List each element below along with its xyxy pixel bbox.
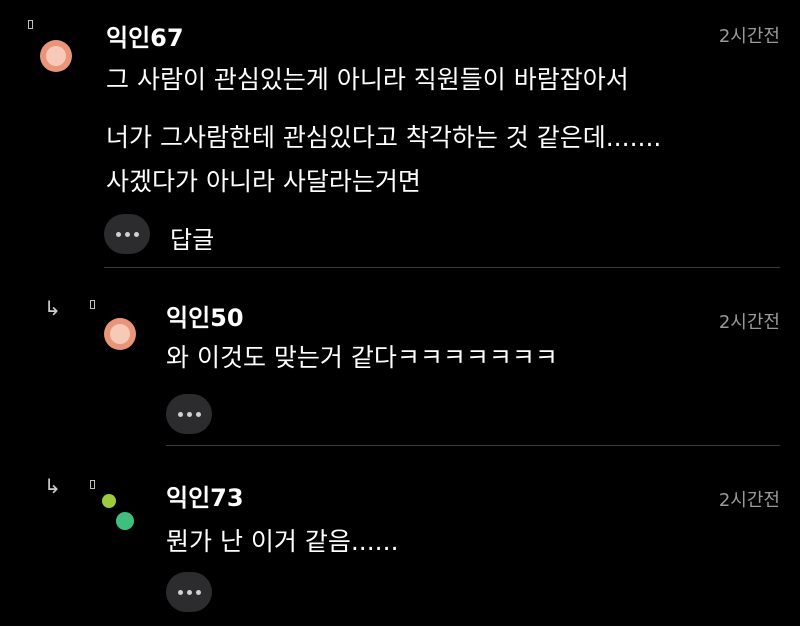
more-options-button[interactable] [104, 214, 150, 254]
comment-body-line: 뭔가 난 이거 같음...... [166, 527, 399, 556]
reply-arrow-icon: ↳ [44, 474, 61, 498]
avatar[interactable] [40, 40, 72, 72]
comment-author[interactable]: 익인73 [166, 478, 244, 513]
avatar[interactable] [102, 494, 138, 534]
comment-time: 2시간전 [718, 312, 780, 333]
reply-button[interactable]: 답글 [170, 220, 214, 255]
ellipsis-icon [177, 411, 183, 417]
comment-body-line: 그 사람이 관심있는게 아니라 직원들이 바람잡아서 [106, 65, 629, 94]
divider [166, 445, 780, 446]
marker-icon [90, 300, 95, 309]
comment-author[interactable]: 익인50 [166, 298, 244, 333]
comment-time: 2시간전 [718, 490, 780, 511]
more-options-button[interactable] [166, 572, 212, 612]
comment-author[interactable]: 익인67 [106, 18, 184, 53]
more-options-button[interactable] [166, 394, 212, 434]
ellipsis-icon [115, 231, 121, 237]
ellipsis-icon [177, 589, 183, 595]
marker-icon [90, 480, 95, 489]
marker-icon [28, 20, 33, 29]
reply-arrow-icon: ↳ [44, 296, 61, 320]
comment-body-line: 너가 그사람한테 관심있다고 착각하는 것 같은데....... [106, 123, 662, 152]
comment-body-line: 와 이것도 맞는거 같다ㅋㅋㅋㅋㅋㅋㅋ [166, 343, 558, 372]
comment-time: 2시간전 [718, 26, 780, 47]
avatar[interactable] [104, 318, 136, 350]
comment-body-line: 사겠다가 아니라 사달라는거면 [106, 167, 421, 196]
divider [104, 267, 780, 268]
